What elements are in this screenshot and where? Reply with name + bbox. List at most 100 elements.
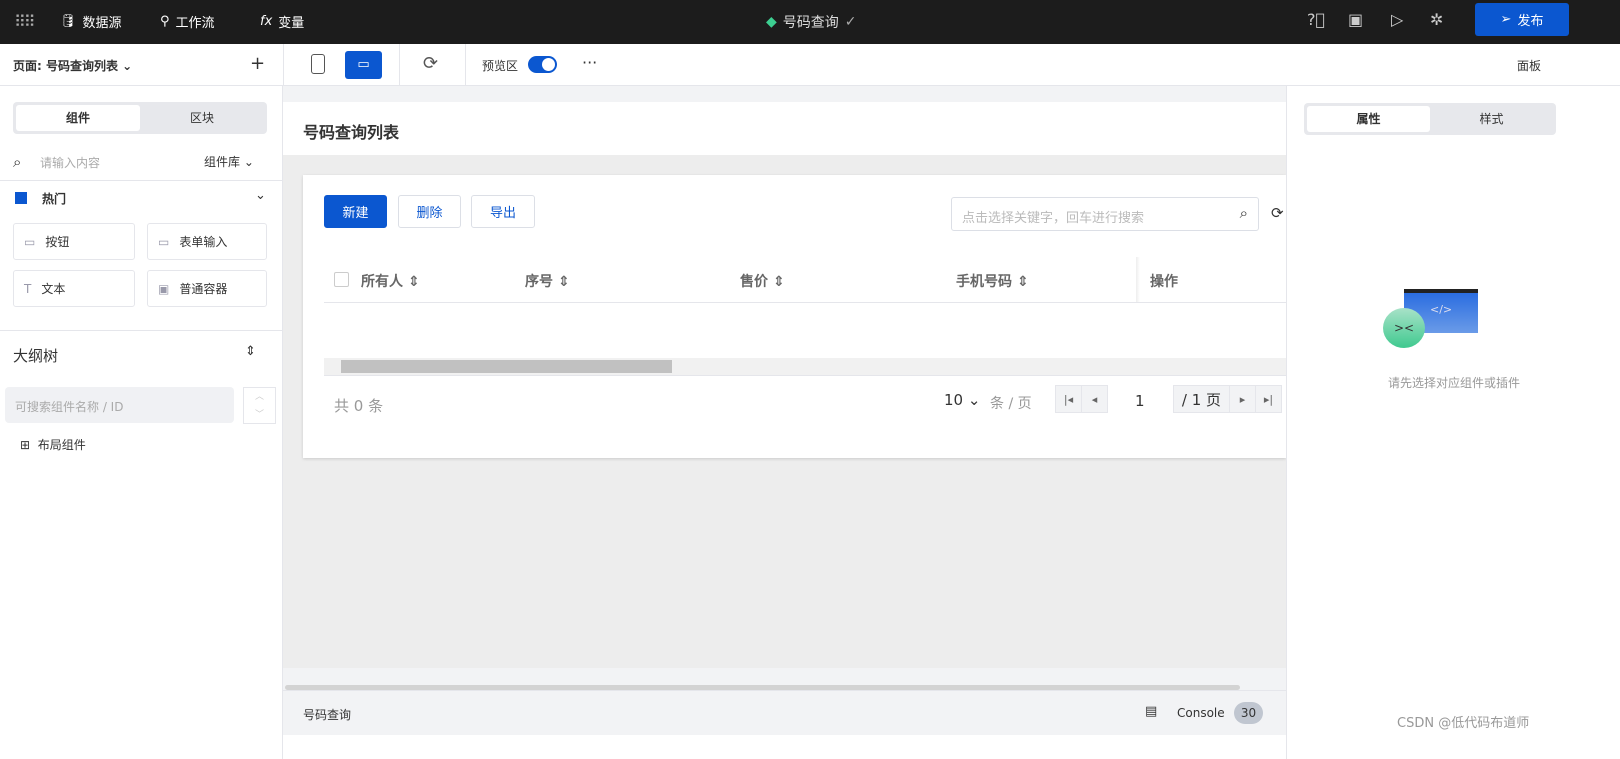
search-icon: ⌕: [13, 153, 22, 171]
right-tabs: 属性 样式: [1304, 103, 1556, 135]
page-selector[interactable]: 页面: 号码查询列表 ⌄: [13, 57, 132, 74]
hot-icon: [15, 192, 27, 204]
page-title: 号码查询列表: [303, 123, 400, 142]
header-divider: [324, 302, 1286, 303]
sort-icon: ⇕: [1016, 274, 1029, 290]
debug-bug-icon[interactable]: ✲: [1430, 10, 1443, 29]
expand-collapse-icon[interactable]: ⇕: [245, 344, 256, 359]
table-search-input[interactable]: 点击选择关键字，回车进行搜索 ⌕: [951, 197, 1259, 231]
divider: [0, 330, 283, 331]
tab-styles[interactable]: 样式: [1430, 106, 1553, 132]
variable-button[interactable]: fx 变量: [260, 12, 304, 31]
check-circle-icon: ✓: [844, 14, 857, 30]
component-container[interactable]: ▣ 普通容器: [147, 270, 267, 307]
component-button[interactable]: ▭ 按钮: [13, 223, 135, 260]
outline-nav-stepper[interactable]: ︿ ﹀: [243, 387, 276, 424]
plus-square-icon: ⊞: [20, 438, 31, 452]
current-page-input[interactable]: 1: [1135, 392, 1145, 410]
chevron-down-icon[interactable]: ⌄: [255, 188, 266, 203]
page-size-select[interactable]: 10 ⌄: [944, 391, 980, 409]
add-page-icon[interactable]: +: [250, 53, 265, 74]
group-hot[interactable]: 热门: [42, 190, 66, 207]
console-panel-icon[interactable]: ▤: [1145, 704, 1157, 719]
current-page-name: 号码查询: [303, 708, 352, 722]
last-page-button[interactable]: ▸|: [1255, 385, 1282, 413]
canvas-top-strip: [283, 86, 1286, 102]
page-header: 号码查询列表: [283, 102, 1286, 155]
container-icon: ▣: [158, 281, 170, 296]
prev-page-button[interactable]: ◂: [1081, 385, 1108, 413]
send-icon: ➢: [1500, 12, 1512, 27]
database-icon: 🛢︎: [60, 14, 77, 29]
component-form-input[interactable]: ▭ 表单输入: [147, 223, 267, 260]
tab-blocks[interactable]: 区块: [140, 105, 264, 131]
input-icon: ▭: [158, 234, 170, 249]
bottom-status-bar: 号码查询 ▤ Console 30: [283, 690, 1286, 735]
tab-properties[interactable]: 属性: [1307, 106, 1430, 132]
datasource-button[interactable]: 🛢︎ 数据源: [60, 12, 122, 31]
desktop-view-button[interactable]: ▭: [345, 51, 382, 79]
search-icon[interactable]: ⌕: [1240, 204, 1248, 222]
fixed-column-shadow: [1136, 257, 1140, 303]
select-all-checkbox[interactable]: [334, 272, 349, 287]
left-tabs: 组件 区块: [13, 102, 267, 134]
column-phone[interactable]: 手机号码 ⇕: [956, 271, 1029, 291]
divider: [465, 44, 466, 86]
console-button[interactable]: Console: [1177, 706, 1225, 720]
fx-icon: fx: [260, 14, 273, 29]
library-select[interactable]: 组件库 ⌄: [204, 153, 254, 170]
scrollbar-thumb[interactable]: [341, 360, 672, 373]
apps-grid-icon[interactable]: ⠿⠿: [14, 12, 35, 31]
new-button[interactable]: 新建: [324, 195, 387, 228]
column-index[interactable]: 序号 ⇕: [525, 271, 570, 291]
empty-state-text: 请先选择对应组件或插件: [1387, 376, 1520, 390]
total-count: 共 0 条: [334, 397, 384, 415]
delete-button[interactable]: 删除: [398, 195, 461, 228]
toolbar: 页面: 号码查询列表 ⌄ + ▭ ⟳ 预览区 ··· 面板: [0, 44, 1620, 86]
divider: [324, 375, 1286, 376]
per-page-label: 条 / 页: [990, 396, 1032, 412]
workflow-button[interactable]: ⚲ 工作流: [160, 12, 215, 31]
component-text[interactable]: T 文本: [13, 270, 135, 307]
play-icon[interactable]: ▷: [1391, 10, 1403, 29]
outline-item-layout[interactable]: ⊞ 布局组件: [20, 436, 86, 453]
table-card: 新建 删除 导出 点击选择关键字，回车进行搜索 ⌕ ⟳ 所有人 ⇕ 序号 ⇕ 售价…: [303, 175, 1286, 458]
component-search-input[interactable]: 请输入内容: [40, 154, 100, 171]
outline-search-input[interactable]: 可搜索组件名称 / ID: [5, 387, 234, 423]
laptop-icon: ▭: [357, 57, 370, 72]
help-icon[interactable]: ?⃝: [1307, 10, 1325, 29]
tab-components[interactable]: 组件: [16, 105, 140, 131]
preview-toggle[interactable]: [528, 56, 557, 73]
text-icon: T: [24, 281, 32, 296]
app-title: ◆ 号码查询 ✓: [766, 14, 857, 31]
panel-button[interactable]: 面板: [1517, 57, 1541, 74]
horizontal-scrollbar[interactable]: [324, 358, 1286, 375]
refresh-icon[interactable]: ⟳: [1271, 204, 1284, 222]
refresh-icon[interactable]: ⟳: [423, 53, 438, 74]
column-owner[interactable]: 所有人 ⇕: [361, 271, 420, 291]
publish-button[interactable]: ➢ 发布: [1475, 3, 1569, 36]
preview-label: 预览区: [482, 59, 519, 73]
sort-icon: ⇕: [407, 274, 420, 290]
chat-bubble-illustration: ><: [1383, 308, 1425, 348]
more-icon[interactable]: ···: [582, 53, 597, 72]
button-icon: ▭: [24, 234, 36, 249]
divider: [399, 44, 400, 86]
column-price[interactable]: 售价 ⇕: [740, 271, 785, 291]
top-bar: ⠿⠿ 🛢︎ 数据源 ⚲ 工作流 fx 变量 ◆ 号码查询 ✓ ?⃝ ▣ ▷ ✲ ➢ 发布: [0, 0, 1620, 44]
app-logo-icon: ◆: [766, 14, 777, 30]
column-actions: 操作: [1150, 274, 1178, 290]
workflow-icon: ⚲: [160, 14, 170, 29]
next-page-button[interactable]: ▸: [1229, 385, 1256, 413]
right-panel: 属性 样式 </> >< 请先选择对应组件或插件 CSDN @低代码布道师: [1286, 86, 1620, 759]
page-total: / 1 页: [1173, 385, 1230, 413]
sort-icon: ⇕: [772, 274, 785, 290]
export-button[interactable]: 导出: [471, 195, 535, 228]
left-panel: 组件 区块 ⌕ 请输入内容 组件库 ⌄ 热门 ⌄ ▭ 按钮 ▭ 表单输入 T 文本 ▣…: [0, 86, 283, 759]
save-icon[interactable]: ▣: [1348, 10, 1363, 29]
divider: [0, 180, 283, 181]
sort-icon: ⇕: [557, 274, 570, 290]
outline-title: 大纲树: [13, 347, 59, 365]
mobile-view-icon[interactable]: [311, 54, 325, 74]
first-page-button[interactable]: |◂: [1055, 385, 1082, 413]
